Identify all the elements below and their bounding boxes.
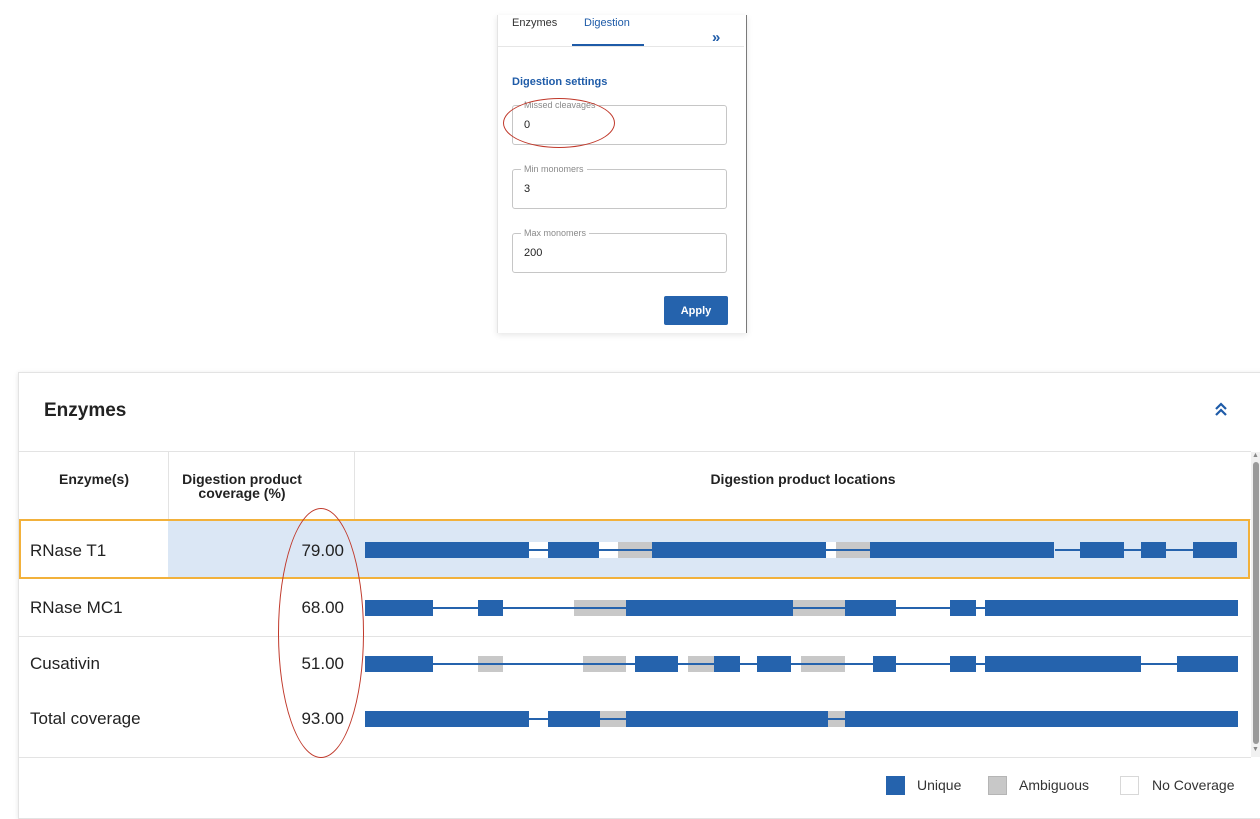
track-segment-unique-rnase-mc1 [478, 600, 503, 616]
track-segment-unique-rnase-t1 [870, 542, 1054, 558]
legend-label-unique: Unique [917, 777, 962, 793]
track-segment-unique-cusativin [714, 656, 740, 672]
track-segment-unique-cusativin [1177, 656, 1238, 672]
track-segment-unique-rnase-mc1 [950, 600, 976, 616]
track-segment-unique-cusativin [985, 656, 1141, 672]
track-segment-unique-rnase-t1 [1141, 542, 1166, 558]
track-segment-unique-rnase-mc1 [365, 600, 433, 616]
digestion-location-tracks [365, 542, 1238, 727]
legend-swatch-no-coverage [1120, 776, 1139, 795]
track-segment-unique-rnase-mc1 [845, 600, 896, 616]
track-segment-unique-total-coverage [548, 711, 600, 727]
legend-label-ambiguous: Ambiguous [1019, 777, 1090, 793]
scrollbar-thumb[interactable] [1253, 462, 1259, 744]
track-segment-unique-cusativin [950, 656, 976, 672]
track-segment-unique-rnase-mc1 [985, 600, 1238, 616]
track-segment-unique-rnase-t1 [1080, 542, 1124, 558]
track-segment-unique-rnase-t1 [548, 542, 599, 558]
track-segment-unique-cusativin [365, 656, 433, 672]
track-segment-unique-cusativin [635, 656, 678, 672]
track-segment-unique-rnase-t1 [1193, 542, 1237, 558]
track-segment-unique-cusativin [757, 656, 791, 672]
track-segment-unique-rnase-t1 [652, 542, 826, 558]
legend-swatch-ambiguous [988, 776, 1007, 795]
scroll-down-arrow-icon[interactable]: ▼ [1251, 746, 1260, 754]
track-segment-unique-total-coverage [626, 711, 828, 727]
track-segment-unique-rnase-t1 [365, 542, 529, 558]
track-segment-unique-cusativin [873, 656, 896, 672]
annotation-ellipse [278, 508, 364, 758]
legend-swatch-unique [886, 776, 905, 795]
track-segment-unique-total-coverage [365, 711, 529, 727]
scroll-up-arrow-icon[interactable]: ▲ [1251, 452, 1260, 460]
legend-label-no-coverage: No Coverage [1152, 777, 1235, 793]
track-segment-unique-rnase-mc1 [626, 600, 793, 616]
track-segment-unique-total-coverage [845, 711, 1238, 727]
